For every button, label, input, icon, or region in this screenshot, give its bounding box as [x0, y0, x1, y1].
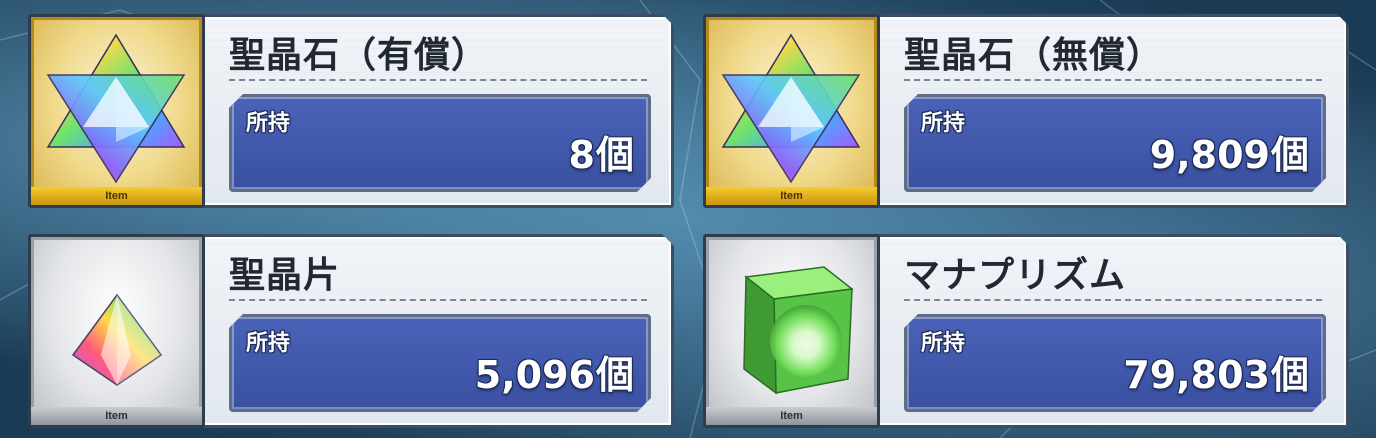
owned-label: 所持 — [921, 331, 966, 356]
item-icon-frame: Item — [28, 14, 205, 208]
item-tag: Item — [706, 407, 877, 425]
owned-amount-value: 79,803 — [1123, 353, 1270, 397]
item-tag: Item — [706, 187, 877, 205]
title-divider — [229, 299, 647, 301]
item-icon-frame: Item — [28, 234, 205, 428]
owned-count-box: 所持 79,803個 — [904, 314, 1326, 412]
item-name: 聖晶石（有償） — [229, 35, 489, 76]
owned-amount-value: 5,096 — [474, 353, 595, 397]
owned-amount-unit: 個 — [595, 353, 634, 397]
owned-amount-value: 8 — [568, 133, 595, 177]
owned-label: 所持 — [246, 331, 291, 356]
owned-amount: 79,803個 — [1123, 344, 1309, 399]
item-card-mana-prism[interactable]: Item マナプリズム 所持 79,803個 — [675, 220, 1326, 428]
owned-amount-unit: 個 — [595, 133, 634, 177]
mana-prism-icon — [743, 266, 854, 395]
owned-label: 所持 — [246, 111, 291, 136]
item-card-paid-quartz[interactable]: Item 聖晶石（有償） 所持 8個 — [0, 0, 651, 208]
owned-amount: 5,096個 — [475, 344, 634, 399]
saint-quartz-icon — [721, 33, 861, 184]
item-name: マナプリズム — [904, 255, 1127, 296]
owned-count-box: 所持 9,809個 — [904, 94, 1326, 192]
owned-amount: 8個 — [569, 124, 634, 179]
item-tag: Item — [31, 187, 202, 205]
item-card-quartz-fragment[interactable]: Item 聖晶片 所持 5,096個 — [0, 220, 651, 428]
title-divider — [904, 79, 1322, 81]
item-tag: Item — [31, 407, 202, 425]
title-divider — [229, 79, 647, 81]
owned-count-box: 所持 5,096個 — [229, 314, 651, 412]
owned-amount: 9,809個 — [1150, 124, 1309, 179]
item-name: 聖晶片 — [229, 255, 341, 296]
title-divider — [904, 299, 1322, 301]
owned-amount-unit: 個 — [1270, 133, 1309, 177]
item-card-free-quartz[interactable]: Item 聖晶石（無償） 所持 9,809個 — [675, 0, 1326, 208]
owned-label: 所持 — [921, 111, 966, 136]
item-icon-frame: Item — [703, 234, 880, 428]
item-name: 聖晶石（無償） — [904, 35, 1164, 76]
owned-amount-value: 9,809 — [1149, 133, 1270, 177]
owned-count-box: 所持 8個 — [229, 94, 651, 192]
item-icon-frame: Item — [703, 14, 880, 208]
owned-amount-unit: 個 — [1270, 353, 1309, 397]
quartz-fragment-icon — [71, 293, 163, 386]
saint-quartz-icon — [46, 33, 186, 184]
